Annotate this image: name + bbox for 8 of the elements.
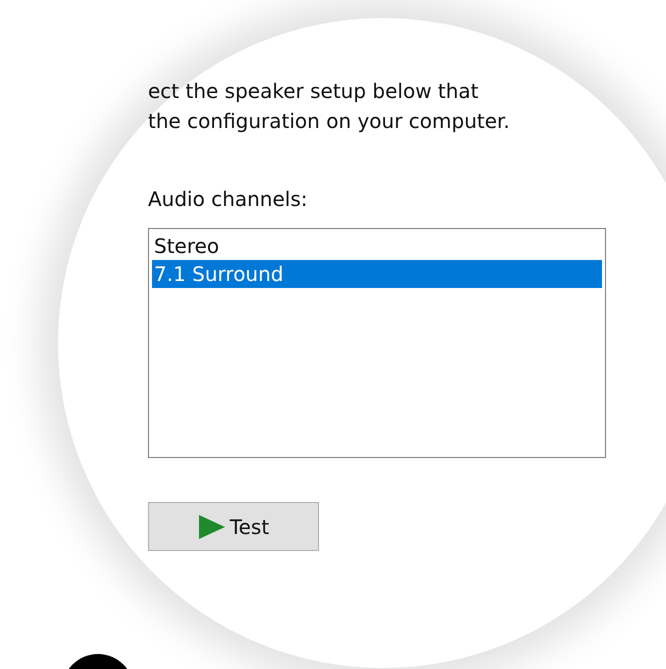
- instruction-text: the configuration on your computer.: [148, 108, 511, 135]
- channel-option[interactable]: 7.1 Surround: [152, 260, 602, 288]
- channel-option[interactable]: Stereo: [152, 232, 602, 260]
- play-icon: [198, 514, 226, 540]
- test-button[interactable]: Test: [148, 502, 319, 551]
- channels-listbox[interactable]: Stereo 7.1 Surround: [148, 228, 606, 458]
- channels-label: Audio channels:: [148, 186, 308, 213]
- instruction-text: ect the speaker setup below that: [148, 78, 480, 105]
